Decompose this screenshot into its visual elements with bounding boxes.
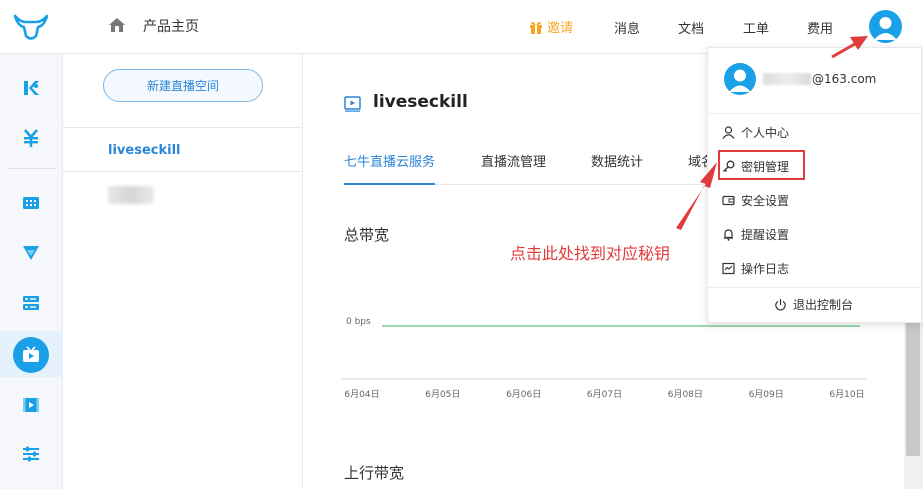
- rail-item-settings[interactable]: [14, 437, 48, 471]
- dropdown-avatar: [724, 63, 756, 95]
- sliders-icon: [23, 446, 39, 462]
- logout-button[interactable]: 退出控制台: [774, 296, 853, 313]
- user-dropdown-menu: @163.com 个人中心 密钥管理 安全设置 提醒设置 操作日志 退出控制台: [707, 47, 923, 323]
- upstream-bandwidth-title: 上行带宽: [344, 464, 405, 482]
- dropdown-divider: [708, 287, 923, 288]
- docs-link[interactable]: 文档: [678, 18, 704, 37]
- menu-item-label: 安全设置: [741, 193, 790, 208]
- invite-link[interactable]: 邀请: [529, 17, 573, 36]
- card-icon: [722, 195, 735, 205]
- billing-link[interactable]: 费用: [807, 18, 833, 37]
- space-list-item-redacted[interactable]: [108, 186, 154, 204]
- icon-sidebar: [0, 54, 63, 489]
- x-tick-label: 6月05日: [425, 389, 460, 400]
- scrollbar-thumb[interactable]: [906, 322, 920, 456]
- messages-link[interactable]: 消息: [614, 18, 640, 37]
- live-space-icon: [344, 96, 361, 112]
- menu-item-profile[interactable]: 个人中心: [722, 121, 789, 143]
- x-tick-label: 6月09日: [749, 389, 784, 400]
- home-link[interactable]: 产品主页: [143, 16, 199, 36]
- tab-live-service[interactable]: 七牛直播云服务: [344, 151, 436, 185]
- rail-item-storage[interactable]: [14, 186, 48, 220]
- new-live-space-button[interactable]: 新建直播空间: [103, 69, 263, 102]
- power-icon: [775, 299, 786, 311]
- rail-item-k[interactable]: [14, 71, 48, 105]
- menu-item-reminder[interactable]: 提醒设置: [722, 223, 789, 245]
- highlight-box: [718, 150, 805, 180]
- bandwidth-chart-svg: 0 bps 6月04日 6月05日 6月06日 6月07日 6月08日 6月09日 6月10日: [342, 317, 866, 400]
- x-tick-label: 6月10日: [829, 389, 864, 400]
- list-divider: [63, 171, 303, 172]
- log-icon: [722, 262, 735, 274]
- x-tick-label: 6月04日: [344, 389, 379, 400]
- live-tv-icon: [23, 346, 39, 362]
- user-email: @163.com: [812, 72, 877, 86]
- user-avatar-icon: [874, 17, 897, 40]
- menu-item-operation-log[interactable]: 操作日志: [722, 257, 789, 279]
- email-redacted: [763, 73, 811, 85]
- space-list-item-active[interactable]: liveseckill: [108, 143, 180, 158]
- invite-label: 邀请: [547, 21, 574, 36]
- rail-item-server[interactable]: [14, 286, 48, 320]
- dropdown-divider: [708, 113, 923, 114]
- rail-divider: [8, 168, 56, 169]
- tab-stream-management[interactable]: 直播流管理: [481, 151, 546, 185]
- rail-item-live[interactable]: [13, 337, 49, 373]
- menu-item-label: 操作日志: [741, 261, 790, 276]
- logout-label: 退出控制台: [793, 298, 854, 312]
- page-title: liveseckill: [373, 92, 468, 112]
- rail-item-cdn[interactable]: [14, 236, 48, 270]
- top-header: 产品主页 邀请 消息 文档 工单 费用: [0, 0, 923, 54]
- x-tick-label: 6月07日: [587, 389, 622, 400]
- funnel-icon: [23, 246, 39, 260]
- y-tick-label: 0 bps: [346, 317, 371, 327]
- user-avatar-icon: [729, 69, 751, 92]
- tab-statistics[interactable]: 数据统计: [591, 151, 643, 185]
- bandwidth-chart: 0 bps 6月04日 6月05日 6月06日 6月07日 6月08日 6月09日 6月10日: [342, 309, 867, 409]
- yen-icon: [24, 129, 38, 147]
- user-icon: [722, 125, 735, 139]
- rail-item-video[interactable]: [14, 388, 48, 422]
- k-icon: [24, 81, 39, 95]
- menu-item-security[interactable]: 安全设置: [722, 189, 789, 211]
- rail-item-billing[interactable]: [14, 121, 48, 155]
- grid-icon: [23, 197, 39, 209]
- total-bandwidth-title: 总带宽: [344, 226, 390, 244]
- video-icon: [23, 398, 39, 412]
- annotation-text: 点击此处找到对应秘钥: [510, 244, 671, 263]
- bell-icon: [724, 228, 733, 241]
- list-divider: [63, 127, 303, 128]
- menu-item-label: 提醒设置: [741, 227, 790, 242]
- home-icon[interactable]: [107, 15, 127, 35]
- user-avatar-button[interactable]: [869, 10, 902, 43]
- server-icon: [23, 296, 39, 310]
- tickets-link[interactable]: 工单: [743, 18, 769, 37]
- x-tick-label: 6月08日: [668, 389, 703, 400]
- x-tick-label: 6月06日: [506, 389, 541, 400]
- menu-item-label: 个人中心: [741, 125, 790, 140]
- gift-icon: [530, 21, 542, 34]
- qiniu-logo-icon[interactable]: [12, 12, 50, 42]
- space-list-panel: 新建直播空间 liveseckill: [63, 54, 303, 489]
